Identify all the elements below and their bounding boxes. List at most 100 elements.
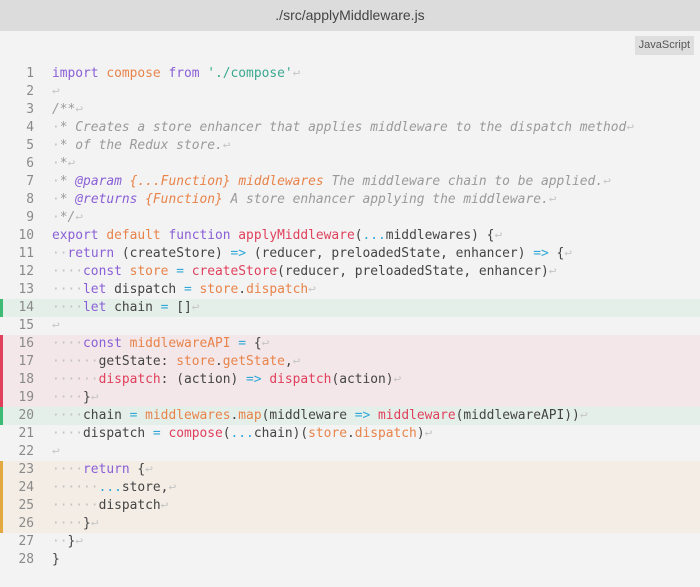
code-line: 23 ····return {↩: [0, 461, 700, 479]
code-token: * Creates a store enhancer that applies …: [59, 120, 627, 135]
code-token: @param: [75, 174, 122, 189]
newline-marker-icon: ↩: [75, 210, 84, 225]
code-token: map: [238, 408, 262, 423]
code-token: chain)(: [253, 426, 309, 441]
code-token: middleware: [378, 408, 456, 423]
code-token: ): [416, 426, 425, 441]
newline-marker-icon: ↩: [393, 372, 402, 387]
newline-marker-icon: ↩: [494, 228, 503, 243]
code-line: 28}: [0, 551, 700, 569]
line-source: ·* @returns {Function} A store enhancer …: [52, 191, 557, 209]
code-line: 21 ····dispatch = compose(...chain)(store…: [0, 425, 700, 443]
whitespace-marker: ·: [52, 192, 60, 207]
code-token: return: [83, 462, 130, 477]
code-line: 8 ·* @returns {Function} A store enhancer…: [0, 191, 700, 209]
code-token: =: [176, 264, 184, 279]
code-token: dispatch: [98, 372, 161, 387]
language-badge[interactable]: JavaScript: [634, 36, 694, 55]
line-number: 16: [18, 336, 34, 351]
line-source: import compose from './compose'↩: [52, 65, 300, 83]
line-number: 5: [26, 138, 34, 153]
whitespace-marker: ····: [52, 390, 84, 405]
code-token: getState:: [98, 354, 177, 369]
whitespace-marker: ··: [52, 246, 68, 261]
line-number: 26: [18, 516, 34, 531]
whitespace-marker: ·: [52, 174, 60, 189]
line-number: 4: [26, 120, 34, 135]
newline-marker-icon: ↩: [52, 318, 60, 333]
code-token: middlewareAPI: [129, 336, 231, 351]
code-line: 15 ↩: [0, 317, 700, 335]
whitespace-marker: ······: [52, 372, 99, 387]
whitespace-marker: ·: [52, 156, 60, 171]
newline-marker-icon: ↩: [308, 282, 316, 297]
code-token: const: [83, 336, 122, 351]
line-source: ····const store = createStore(reducer, p…: [52, 263, 557, 281]
line-source: }: [52, 551, 60, 569]
code-token: .: [215, 354, 223, 369]
code-line: 19 ····}↩: [0, 389, 700, 407]
line-number: 12: [18, 264, 34, 279]
whitespace-marker: ······: [52, 498, 99, 513]
code-token: (middleware: [261, 408, 355, 423]
code-token: dispatch: [83, 426, 153, 441]
code-line: 9 ·*/↩: [0, 209, 700, 227]
line-source: ····chain = middlewares.map(middleware =…: [52, 407, 588, 425]
newline-marker-icon: ↩: [579, 408, 588, 423]
newline-marker-icon: ↩: [292, 354, 301, 369]
line-number: 15: [18, 318, 34, 333]
line-number: 14: [18, 300, 34, 315]
line-number: 22: [18, 444, 34, 459]
code-token: from: [168, 66, 200, 81]
line-number: 27: [18, 534, 34, 549]
line-number: 6: [26, 156, 34, 171]
line-source: ······...store,↩: [52, 479, 176, 497]
newline-marker-icon: ↩: [160, 498, 169, 513]
code-line: 4 ·* Creates a store enhancer that applie…: [0, 119, 700, 137]
code-line: 24 ······...store,↩: [0, 479, 700, 497]
line-number: 3: [26, 102, 34, 117]
whitespace-marker: ····: [52, 336, 84, 351]
newline-marker-icon: ↩: [603, 174, 611, 189]
newline-marker-icon: ↩: [75, 534, 84, 549]
code-line: 16 ····const middlewareAPI = {↩: [0, 335, 700, 353]
code-token: {: [548, 246, 565, 261]
code-token: {...Function}: [129, 174, 231, 189]
code-token: dispatch: [354, 426, 417, 441]
code-line: 10 export default function applyMiddlewar…: [0, 227, 700, 245]
code-token: : (action): [160, 372, 247, 387]
line-source: ······getState: store.getState,↩: [52, 353, 300, 371]
line-number: 28: [18, 552, 34, 567]
line-source: ·* Creates a store enhancer that applies…: [52, 119, 634, 137]
line-number: 8: [26, 192, 34, 207]
newline-marker-icon: ↩: [548, 264, 557, 279]
line-number: 19: [18, 390, 34, 405]
code-token: chain: [83, 408, 130, 423]
code-line: 6 ·*↩: [0, 155, 700, 173]
line-source: ··return (createStore) => (reducer, prel…: [52, 245, 572, 263]
line-source: ····}↩: [52, 389, 99, 407]
code-token: }: [83, 390, 91, 405]
line-number: 25: [18, 498, 34, 513]
code-token: (reducer, preloadedState, enhancer): [277, 264, 549, 279]
code-line: 22 ↩: [0, 443, 700, 461]
code-token: applyMiddleware: [238, 228, 355, 243]
line-number: 21: [18, 426, 34, 441]
line-source: ·*/↩: [52, 209, 83, 227]
line-source: ····}↩: [52, 515, 99, 533]
whitespace-marker: ····: [52, 516, 84, 531]
code-token: (reducer, preloadedState, enhancer): [246, 246, 534, 261]
line-number: 9: [26, 210, 34, 225]
code-token: let: [83, 282, 107, 297]
code-token: []: [168, 300, 192, 315]
code-line: 1 import compose from './compose'↩: [0, 65, 700, 83]
newline-marker-icon: ↩: [191, 300, 200, 315]
code-line: 13 ····let dispatch = store.dispatch↩: [0, 281, 700, 299]
code-line: 14 ····let chain = []↩: [0, 299, 700, 317]
